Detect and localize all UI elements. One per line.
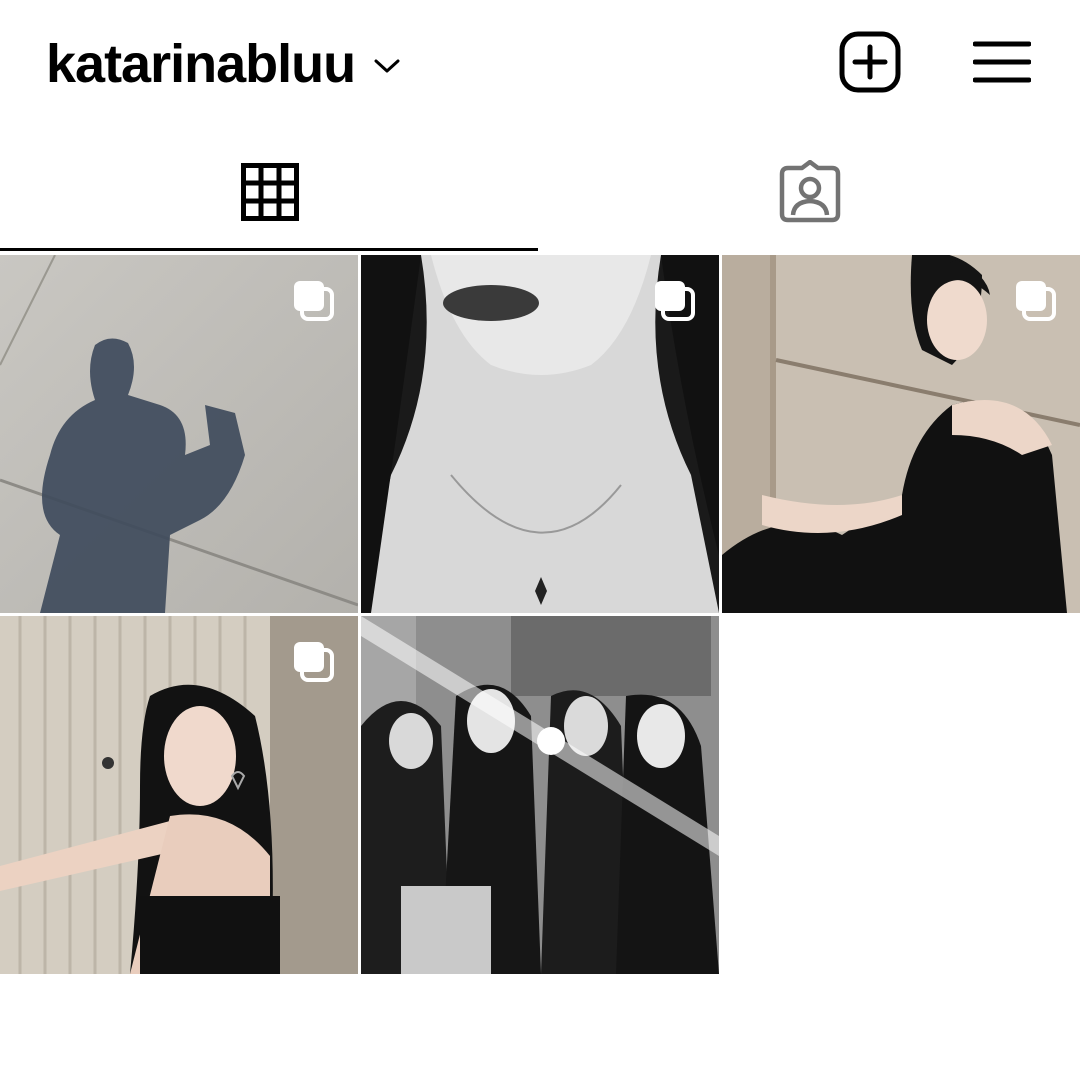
post-image xyxy=(361,616,719,974)
menu-button[interactable] xyxy=(968,28,1036,96)
account-switcher[interactable]: katarinabluu xyxy=(46,28,401,100)
carousel-icon xyxy=(655,281,695,321)
active-tab-indicator xyxy=(0,248,538,251)
carousel-icon xyxy=(294,281,334,321)
post-thumbnail[interactable] xyxy=(361,255,719,613)
post-thumbnail[interactable] xyxy=(361,616,719,974)
profile-tabs xyxy=(0,130,1080,254)
grid-icon xyxy=(241,163,299,221)
chevron-down-icon xyxy=(374,59,400,73)
post-thumbnail[interactable] xyxy=(0,616,358,974)
post-thumbnail[interactable] xyxy=(0,255,358,613)
post-thumbnail[interactable] xyxy=(722,255,1080,613)
plus-square-icon xyxy=(839,31,901,93)
hamburger-menu-icon xyxy=(973,41,1031,83)
new-post-button[interactable] xyxy=(836,28,904,96)
tab-posts-grid[interactable] xyxy=(0,130,540,254)
carousel-icon xyxy=(294,642,334,682)
tagged-person-icon xyxy=(779,160,841,223)
profile-username: katarinabluu xyxy=(46,34,356,94)
carousel-icon xyxy=(1016,281,1056,321)
profile-header: katarinabluu xyxy=(0,0,1080,130)
tab-tagged[interactable] xyxy=(540,130,1080,254)
